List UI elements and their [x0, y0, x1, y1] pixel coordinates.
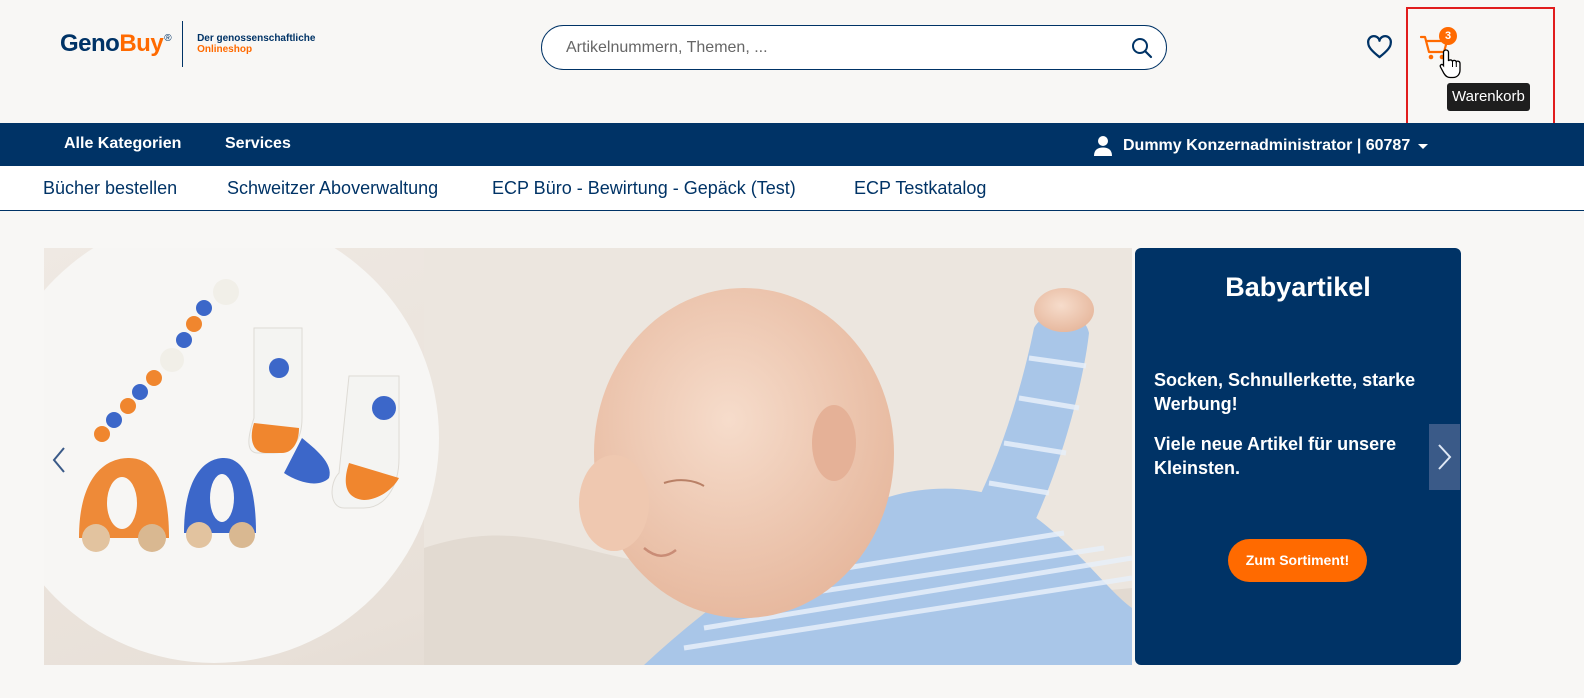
catalog-subnav: Bücher bestellen Schweitzer Aboverwaltun… [0, 166, 1584, 211]
hero-text-1: Socken, Schnullerkette, starke Werbung! [1154, 370, 1416, 414]
cart-tooltip: Warenkorb [1447, 83, 1530, 111]
subnav-buecher-bestellen[interactable]: Bücher bestellen [43, 178, 177, 199]
search-input[interactable] [566, 36, 1106, 60]
hero-promo-panel: Babyartikel Socken, Schnullerkette, star… [1135, 248, 1461, 665]
site-header: Geno Buy ® Der genossenschaftliche Onlines… [0, 0, 1584, 125]
hero-banner-image[interactable] [44, 248, 1132, 665]
logo-geno: Geno [60, 30, 120, 57]
logo-registered: ® [164, 32, 172, 44]
chevron-down-icon [1418, 143, 1429, 149]
cart-count-badge: 3 [1439, 27, 1457, 45]
nav-alle-kategorien[interactable]: Alle Kategorien [64, 135, 181, 153]
logo-buy: Buy [119, 30, 164, 57]
user-icon [1094, 136, 1112, 156]
genobuy-logo[interactable]: Geno Buy ® Der genossenschaftliche Onlines… [60, 20, 315, 68]
carousel-prev-icon[interactable] [49, 444, 69, 476]
user-menu[interactable]: Dummy Konzernadministrator | 60787 [1093, 135, 1429, 157]
logo-tagline: Der genossenschaftliche Onlineshop [197, 33, 315, 55]
subnav-schweitzer-aboverwaltung[interactable]: Schweitzer Aboverwaltung [227, 178, 438, 199]
nav-services[interactable]: Services [225, 135, 291, 153]
baby-photo-illustration [44, 248, 1132, 665]
hero-title: Babyartikel [1225, 272, 1371, 302]
hand-cursor-icon [1439, 49, 1461, 79]
tagline-line-1: Der genossenschaftliche [197, 33, 316, 44]
subnav-ecp-buero[interactable]: ECP Büro - Bewirtung - Gepäck (Test) [492, 178, 796, 199]
search-icon[interactable] [1130, 36, 1154, 60]
search-bar [541, 25, 1167, 70]
tagline-line-2: Onlineshop [197, 44, 253, 55]
carousel-next-icon [1438, 444, 1452, 470]
heart-icon[interactable] [1366, 34, 1393, 61]
carousel-next-button[interactable] [1429, 424, 1460, 490]
logo-divider [181, 21, 184, 67]
subnav-ecp-testkatalog[interactable]: ECP Testkatalog [854, 178, 986, 199]
user-name: Dummy Konzernadministrator | 60787 [1123, 137, 1411, 154]
hero-text-2: Viele neue Artikel für unsere Kleinsten. [1154, 434, 1397, 478]
main-navbar: Alle Kategorien Services Dummy Konzernad… [0, 123, 1584, 166]
zum-sortiment-button[interactable]: Zum Sortiment! [1228, 539, 1367, 582]
